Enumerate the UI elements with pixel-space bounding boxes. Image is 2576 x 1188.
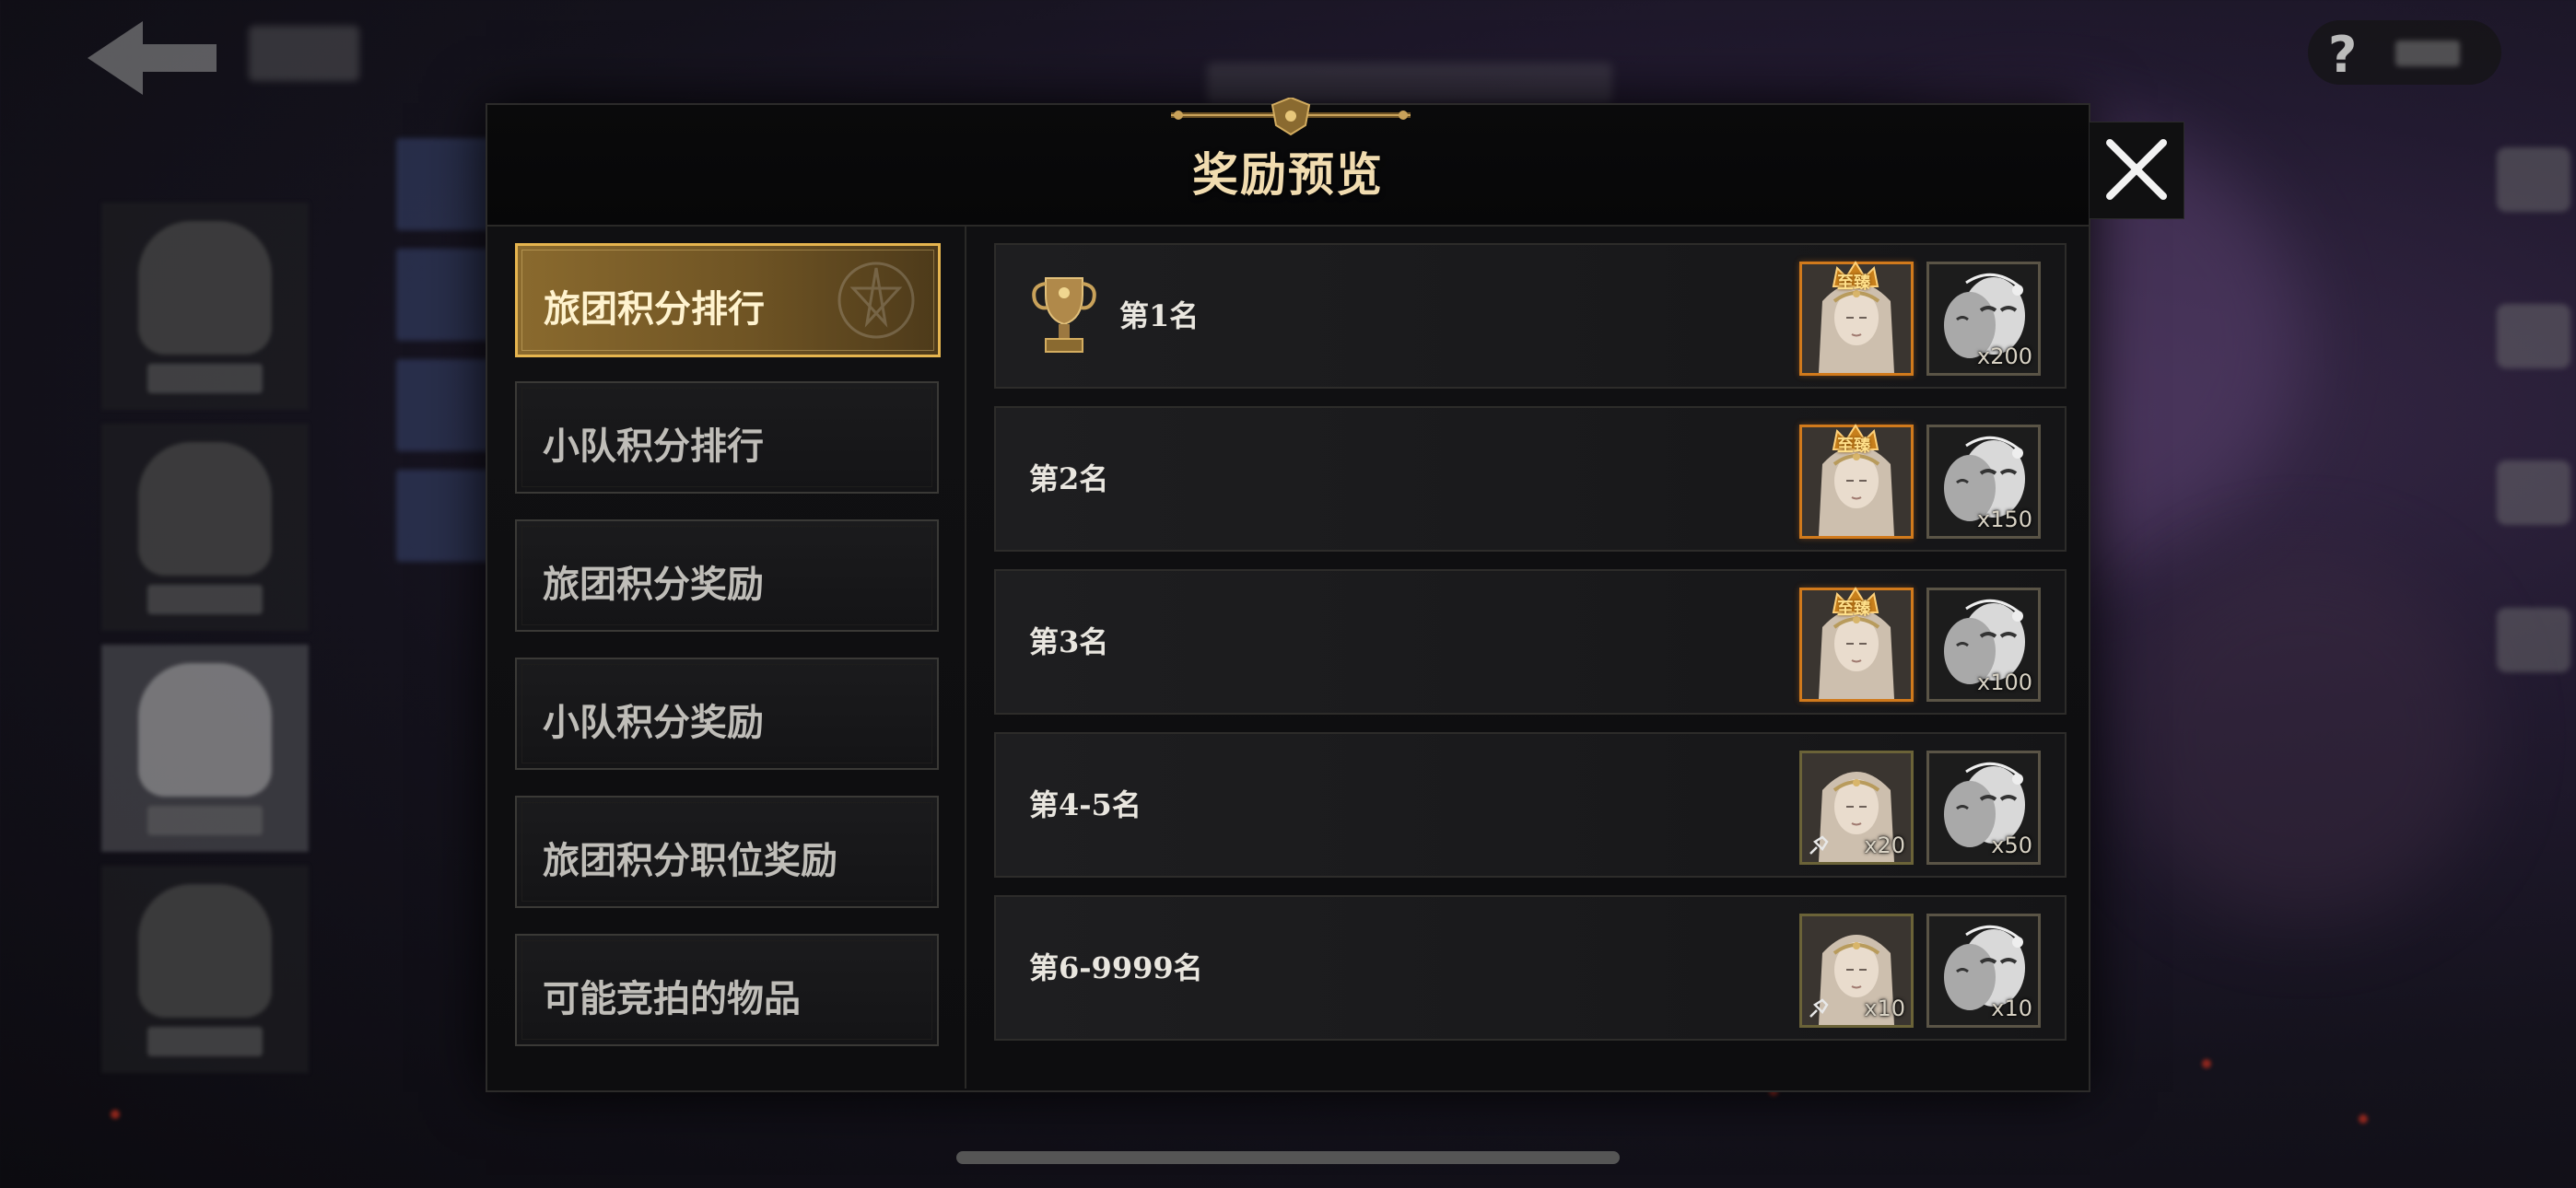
ember	[2359, 1114, 2368, 1124]
rail-icon	[138, 663, 272, 797]
reward-row: 第1名 至臻 x200	[994, 243, 2067, 389]
reward-item[interactable]: 至臻	[1799, 424, 1914, 539]
item-quantity: x100	[1976, 670, 2032, 695]
rail-icon	[2497, 460, 2570, 525]
right-rail-item[interactable]	[2497, 608, 2576, 718]
rail-icon	[2497, 608, 2570, 672]
item-quantity: x150	[1976, 507, 2032, 532]
close-icon	[2106, 139, 2167, 200]
reward-item[interactable]: x100	[1926, 588, 2041, 702]
category-label: 小队积分奖励	[543, 701, 764, 744]
background-tab	[396, 359, 498, 451]
item-quantity: x10	[1864, 996, 1905, 1021]
reward-item[interactable]: 至臻	[1799, 261, 1914, 376]
fragment-icon	[1809, 998, 1829, 1018]
item-quantity: x20	[1864, 833, 1905, 858]
reward-row: 第6-9999名 x10 x10	[994, 895, 2067, 1041]
modal-header: 奖励预览	[487, 98, 2089, 227]
rarity-badge: 至臻	[1837, 274, 1870, 293]
right-rail-item[interactable]	[2497, 147, 2576, 258]
help-label	[2395, 41, 2460, 66]
reward-item[interactable]: 至臻	[1799, 587, 1914, 702]
reward-row: 第2名 至臻 x150	[994, 406, 2067, 552]
category-sidebar: 旅团积分排行 小队积分排行 旅团积分奖励 小队积分奖励旅团积分职位奖励 可能竞拍的物品	[487, 227, 966, 1089]
rank-label: 第6-9999名	[1029, 950, 1203, 985]
right-rail-item[interactable]	[2497, 304, 2576, 414]
right-rail-item[interactable]	[2497, 460, 2576, 571]
help-button[interactable]: ?	[2308, 20, 2501, 85]
reward-item[interactable]: x200	[1926, 262, 2041, 376]
category-label: 小队积分排行	[543, 425, 764, 468]
reward-item[interactable]: x10	[1799, 914, 1914, 1028]
background-tab	[396, 470, 498, 562]
rarity-badge: 至臻	[1837, 437, 1870, 456]
rail-item[interactable]	[101, 866, 309, 1073]
category-tab-4[interactable]: 小队积分奖励	[515, 658, 939, 770]
rank-label: 第3名	[1029, 624, 1109, 659]
reward-row: 第3名 至臻 x100	[994, 569, 2067, 715]
fragment-icon	[1809, 835, 1829, 855]
reward-item[interactable]: x50	[1926, 751, 2041, 865]
question-icon: ?	[2328, 26, 2358, 84]
item-quantity: x50	[1991, 833, 2032, 858]
category-tab-5[interactable]: 旅团积分职位奖励	[515, 796, 939, 908]
rail-item[interactable]	[101, 424, 309, 631]
rail-item[interactable]	[101, 645, 309, 852]
rail-icon	[138, 884, 272, 1018]
rank-label: 第4-5名	[1029, 787, 1142, 822]
modal-title: 奖励预览	[1192, 147, 1384, 202]
category-tab-3[interactable]: 旅团积分奖励	[515, 519, 939, 632]
category-label: 旅团积分排行	[544, 287, 765, 331]
rank-label: 第1名	[1119, 298, 1200, 333]
rank-label: 第2名	[1029, 461, 1109, 496]
category-tab-1[interactable]: 旅团积分排行	[515, 243, 941, 357]
home-indicator[interactable]	[956, 1151, 1620, 1164]
reward-row: 第4-5名 x20 x50	[994, 732, 2067, 878]
emblem-icon	[837, 262, 915, 339]
background-glow	[2119, 553, 2488, 921]
item-quantity: x10	[1991, 996, 2032, 1021]
rail-icon	[2497, 147, 2570, 212]
trophy-icon	[1032, 277, 1096, 353]
reward-item[interactable]: x150	[1926, 425, 2041, 539]
category-tab-6[interactable]: 可能竞拍的物品	[515, 934, 939, 1046]
rail-icon	[138, 442, 272, 576]
item-quantity: x200	[1976, 344, 2032, 369]
category-label: 旅团积分奖励	[543, 563, 764, 606]
rarity-badge: 至臻	[1837, 600, 1870, 619]
category-tab-2[interactable]: 小队积分排行	[515, 381, 939, 494]
background-tab	[396, 138, 498, 230]
category-label: 可能竞拍的物品	[543, 977, 801, 1020]
close-button[interactable]	[2089, 122, 2184, 219]
category-label: 旅团积分职位奖励	[543, 839, 837, 882]
reward-item[interactable]: x20	[1799, 751, 1914, 865]
rail-item[interactable]	[101, 203, 309, 410]
rail-icon	[2497, 304, 2570, 368]
back-arrow-icon[interactable]	[88, 17, 226, 99]
ember	[2202, 1059, 2211, 1068]
background-page-title	[249, 26, 359, 81]
background-tab	[396, 249, 498, 341]
reward-item[interactable]: x10	[1926, 914, 2041, 1028]
header-ornament-icon	[1171, 98, 1411, 136]
rail-icon	[138, 221, 272, 355]
background-left-rail	[101, 203, 313, 1124]
reward-preview-modal: 奖励预览 旅团积分排行 小队积分排行 旅团积分奖励 小队积分奖励旅团积分职位奖励 可能竞…	[486, 98, 2090, 1092]
